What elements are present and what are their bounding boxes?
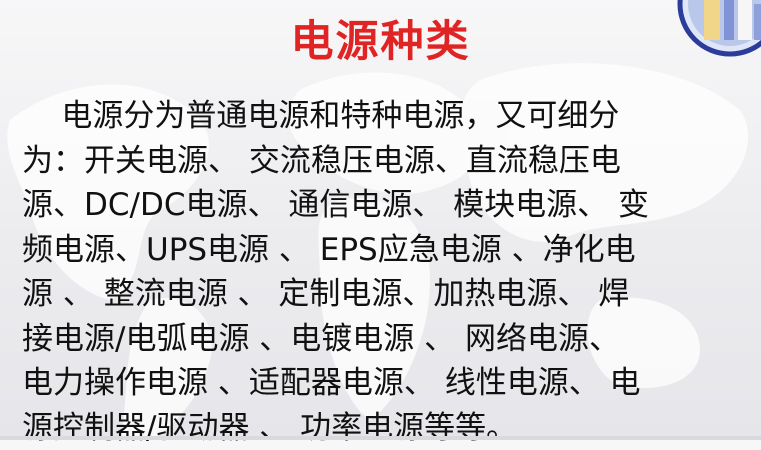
body-line: 频电源、UPS电源 、 EPS应急电源 、净化电: [22, 228, 752, 273]
body-line: 源控制器/驱动器 、 功率电源等等。: [22, 406, 752, 450]
body-line: 电力操作电源 、适配器电源、 线性电源、 电: [22, 361, 752, 406]
body-paragraph: 电源分为普通电源和特种电源，又可细分 为：开关电源、 交流稳压电源、直流稳压电 …: [22, 94, 752, 450]
bottom-strip: [0, 436, 761, 440]
body-line: 电源分为普通电源和特种电源，又可细分: [22, 94, 752, 139]
body-line: 接电源/电弧电源 、电镀电源 、 网络电源、: [22, 317, 752, 362]
body-line: 源 、 整流电源 、 定制电源、加热电源、 焊: [22, 272, 752, 317]
body-line: 源、DC/DC电源、 通信电源、 模块电源、 变: [22, 183, 752, 228]
body-line: 为：开关电源、 交流稳压电源、直流稳压电: [22, 139, 752, 184]
slide-title: 电源种类: [0, 14, 761, 70]
